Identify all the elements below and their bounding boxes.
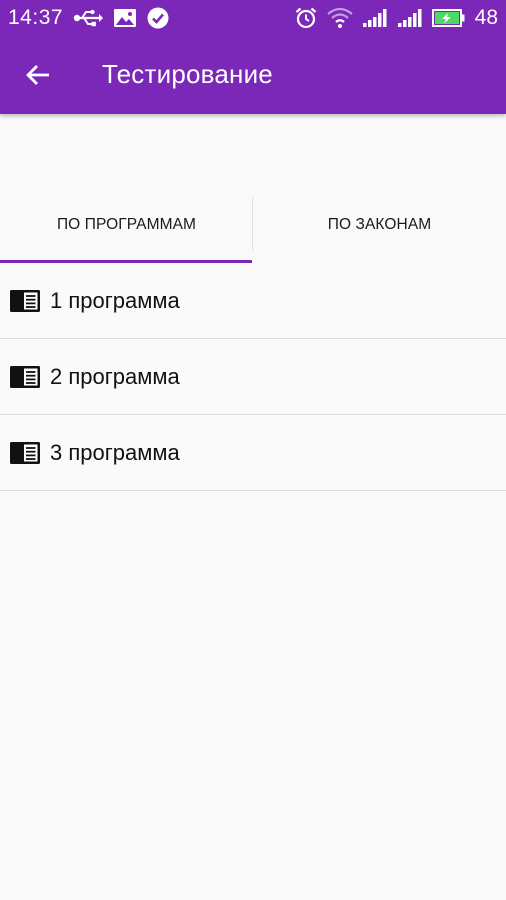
usb-icon xyxy=(73,9,104,27)
tab-bar: ПО ПРОГРАММАМ ПО ЗАКОНАМ xyxy=(0,186,506,263)
check-circle-icon xyxy=(147,7,169,29)
book-list-icon xyxy=(9,365,41,389)
signal-icon xyxy=(362,8,388,28)
list-item-label: 2 программа xyxy=(50,363,180,389)
list-item[interactable]: 3 программа xyxy=(0,415,506,491)
signal-icon xyxy=(397,8,423,28)
back-button[interactable] xyxy=(14,51,62,99)
tab-by-laws[interactable]: ПО ЗАКОНАМ xyxy=(253,186,506,263)
status-bar: 14:37 48 xyxy=(0,0,506,36)
list-item[interactable]: 2 программа xyxy=(0,339,506,415)
arrow-back-icon xyxy=(25,63,51,87)
page-title: Тестирование xyxy=(102,59,273,89)
list-item[interactable]: 1 программа xyxy=(0,263,506,339)
book-list-icon xyxy=(9,289,41,313)
program-list: 1 программа 2 программа 3 программа xyxy=(0,263,506,491)
image-icon xyxy=(113,8,137,28)
tab-divider xyxy=(252,197,253,251)
status-right: 48 xyxy=(294,0,498,36)
app-bar: Тестирование xyxy=(0,36,506,114)
list-item-label: 3 программа xyxy=(50,439,180,465)
tab-label: ПО ЗАКОНАМ xyxy=(327,215,432,233)
tab-by-programs[interactable]: ПО ПРОГРАММАМ xyxy=(0,186,253,263)
battery-percent: 48 xyxy=(474,6,498,29)
wifi-icon xyxy=(326,7,353,29)
battery-charging-icon xyxy=(431,8,466,28)
status-left: 14:37 xyxy=(0,6,169,30)
tab-label: ПО ПРОГРАММАМ xyxy=(56,215,197,233)
status-time: 14:37 xyxy=(8,6,64,29)
book-list-icon xyxy=(9,441,41,465)
list-item-label: 1 программа xyxy=(50,287,180,313)
alarm-icon xyxy=(294,6,318,30)
